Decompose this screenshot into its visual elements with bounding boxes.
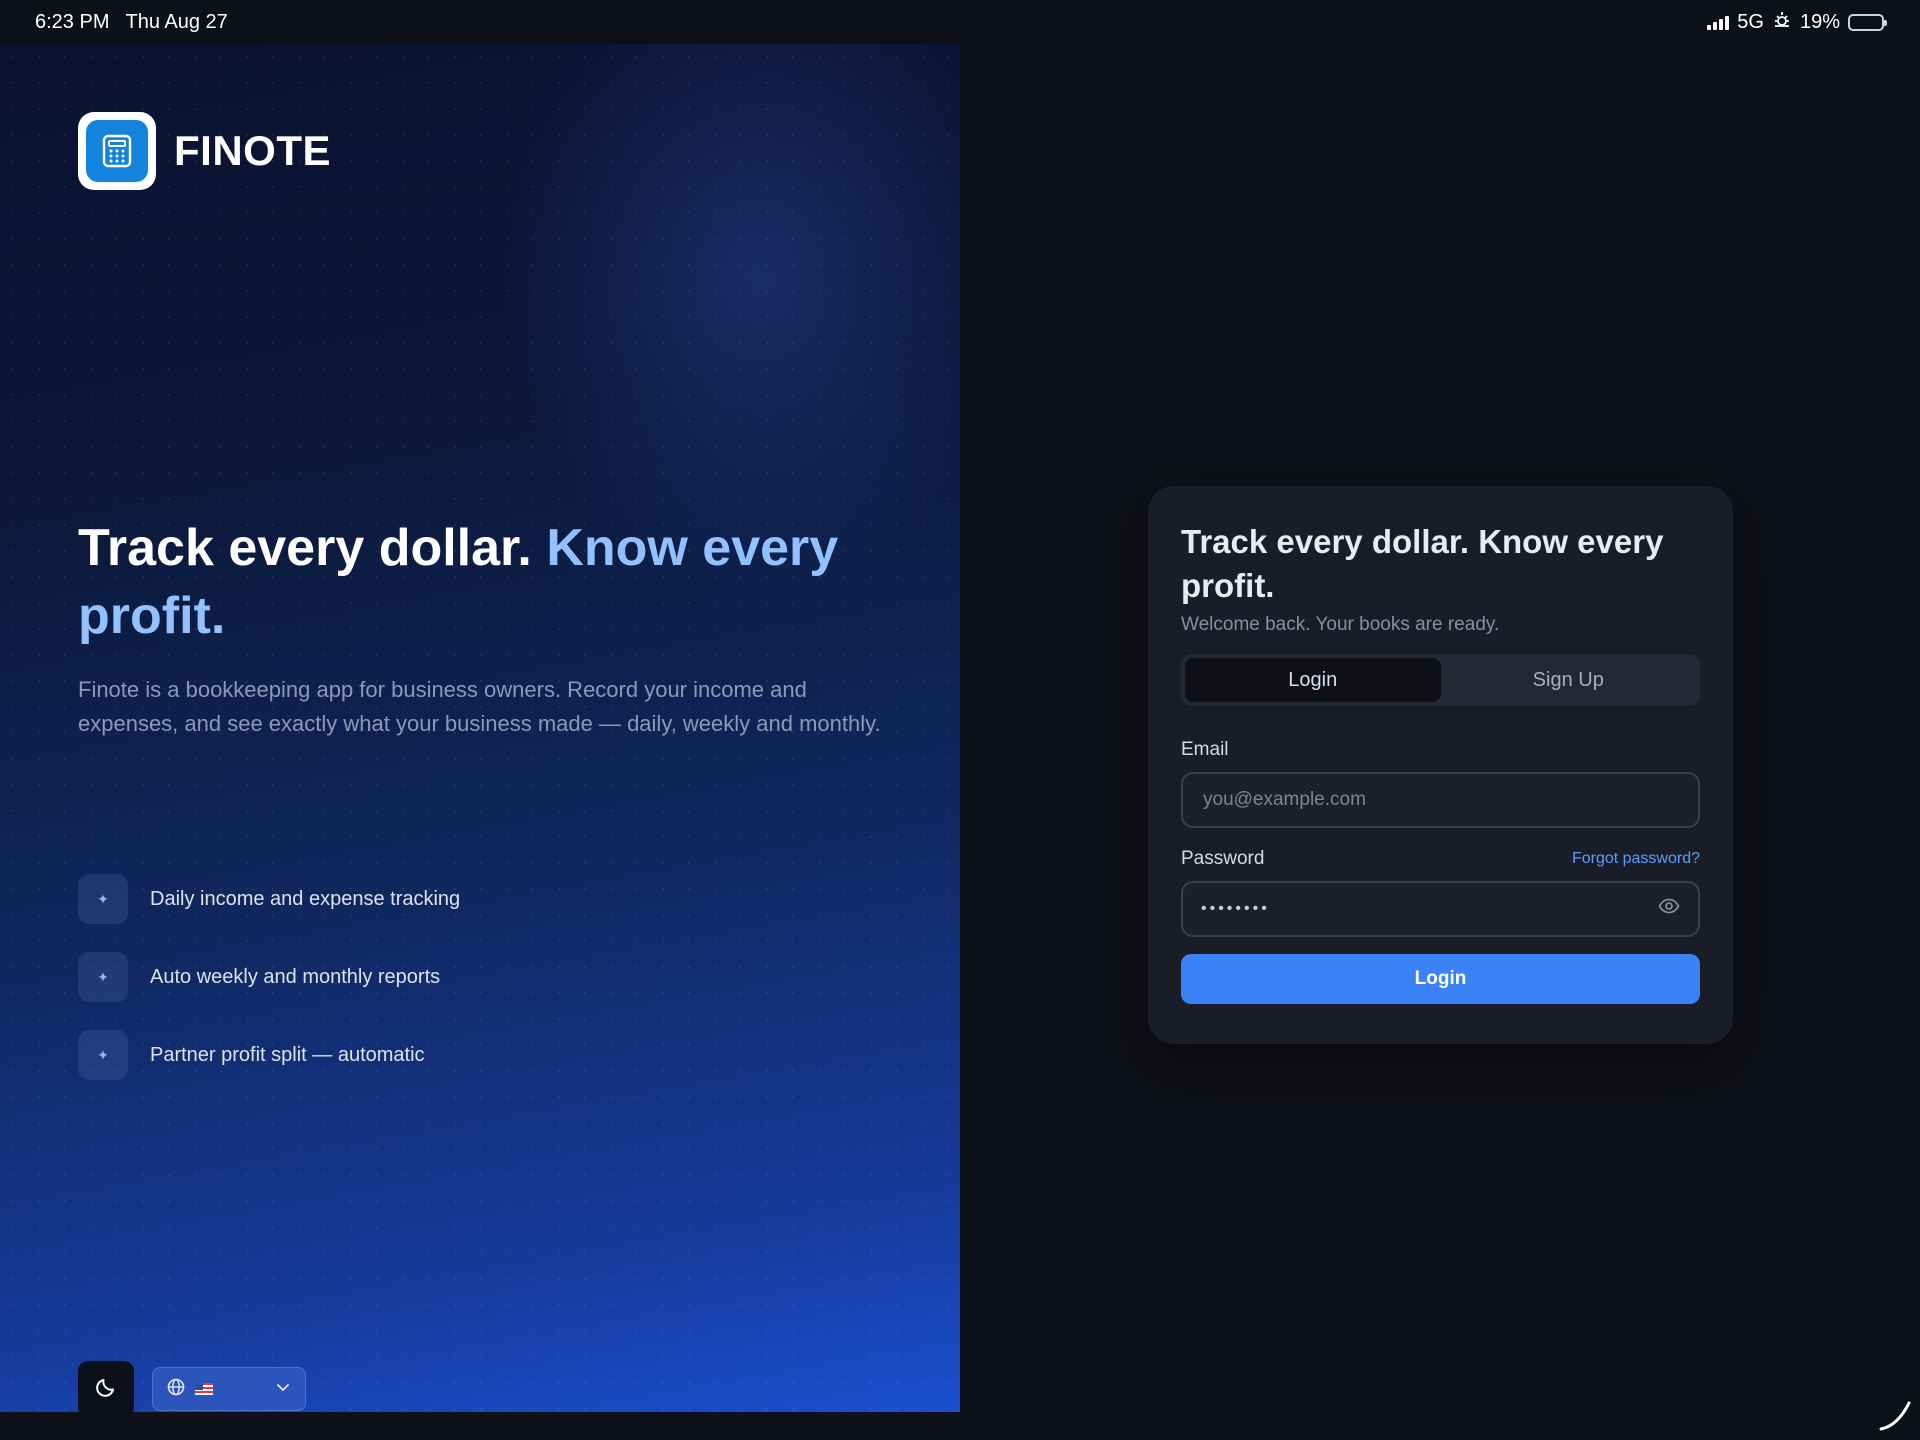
password-value: •••••••• <box>1201 900 1270 917</box>
language-select[interactable] <box>152 1367 306 1411</box>
hero-description: Finote is a bookkeeping app for business… <box>78 677 881 736</box>
brand-name: FINOTE <box>174 127 331 174</box>
chevron-down-icon <box>275 1379 291 1400</box>
tab-sign-up[interactable]: Sign Up <box>1441 658 1697 702</box>
feature-text: Partner profit split — automatic <box>150 1043 425 1066</box>
auth-tabs: Login Sign Up <box>1181 654 1700 706</box>
feature-text: Auto weekly and monthly reports <box>150 965 441 988</box>
calculator-icon <box>86 120 148 182</box>
sparkle-icon: ✦ <box>78 874 128 924</box>
email-label: Email <box>1181 739 1229 760</box>
card-title: Track every dollar. Know every profit. <box>1181 523 1664 604</box>
login-button[interactable]: Login <box>1181 954 1700 1004</box>
stylus-mark-icon <box>1878 1400 1912 1437</box>
sparkle-icon: ✦ <box>78 1030 128 1080</box>
feature-item: ✦ Auto weekly and monthly reports <box>78 952 460 1002</box>
card-subtitle: Welcome back. Your books are ready. <box>1181 614 1500 635</box>
theme-toggle-button[interactable] <box>78 1361 134 1412</box>
moon-icon <box>95 1376 117 1403</box>
feature-text: Daily income and expense tracking <box>150 887 461 910</box>
app-logo <box>78 112 156 190</box>
status-bar: 6:23 PM Thu Aug 27 5G 19% <box>0 0 1920 44</box>
brightness-icon <box>1772 9 1792 35</box>
email-field-wrapper <box>1181 772 1700 828</box>
battery-percent: 19% <box>1799 10 1840 33</box>
feature-item: ✦ Partner profit split — automatic <box>78 1030 460 1080</box>
password-field[interactable]: •••••••• <box>1181 881 1700 937</box>
login-card: Track every dollar. Know every profit. W… <box>1148 486 1733 1044</box>
battery-icon <box>1848 13 1887 31</box>
password-label: Password <box>1181 848 1265 869</box>
status-time: 6:23 PM <box>35 10 110 33</box>
headline-main: Track every dollar. <box>78 519 532 577</box>
bottom-controls <box>78 1361 306 1412</box>
globe-icon <box>167 1378 185 1401</box>
sparkle-icon: ✦ <box>78 952 128 1002</box>
brand: FINOTE <box>78 112 331 190</box>
status-date: Thu Aug 27 <box>125 10 228 33</box>
network-type: 5G <box>1737 10 1764 33</box>
cellular-signal-icon <box>1707 15 1730 30</box>
feature-item: ✦ Daily income and expense tracking <box>78 874 460 924</box>
password-label-row: Password Forgot password? <box>1181 848 1700 870</box>
us-flag-icon <box>195 1383 213 1395</box>
forgot-password-link[interactable]: Forgot password? <box>1572 850 1700 868</box>
email-field[interactable] <box>1201 788 1680 812</box>
eye-icon[interactable] <box>1658 898 1680 920</box>
hero-headline: Track every dollar. Know every profit. <box>78 514 898 650</box>
hero-panel: FINOTE Track every dollar. Know every pr… <box>0 44 960 1412</box>
tab-login[interactable]: Login <box>1185 658 1441 702</box>
feature-list: ✦ Daily income and expense tracking ✦ Au… <box>78 874 460 1108</box>
